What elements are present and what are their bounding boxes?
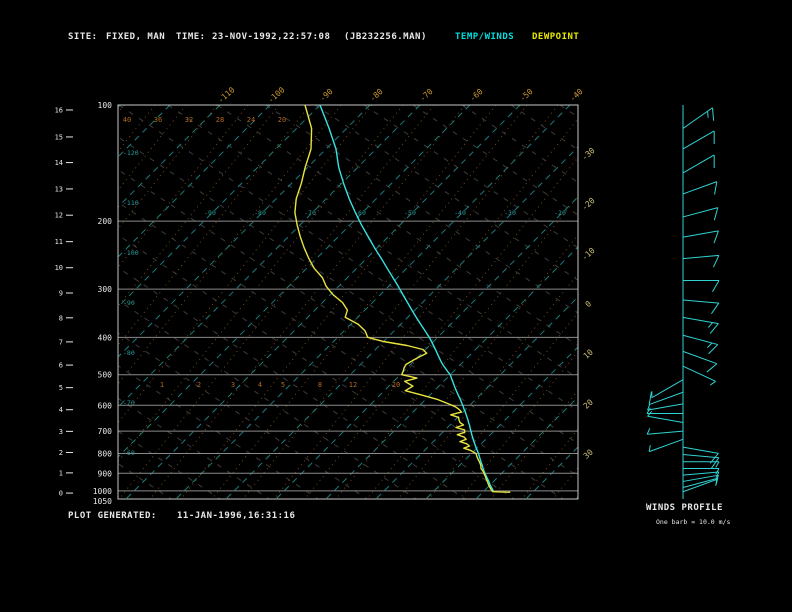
plot-generated-value: 11-JAN-1996,16:31:16 xyxy=(177,511,296,521)
svg-text:10: 10 xyxy=(582,347,595,360)
svg-text:-50: -50 xyxy=(518,87,535,103)
svg-text:6: 6 xyxy=(59,362,63,370)
svg-text:-20: -20 xyxy=(554,209,566,217)
svg-text:2: 2 xyxy=(59,449,63,457)
svg-text:32: 32 xyxy=(185,116,193,124)
svg-text:-70: -70 xyxy=(123,399,135,407)
temp-labels-inner-row: -90 -80 -70 -60 -50 -40 -30 -20 xyxy=(204,209,566,217)
svg-text:28: 28 xyxy=(216,116,224,124)
svg-text:10: 10 xyxy=(55,264,63,272)
svg-text:-100: -100 xyxy=(123,249,139,257)
temp-labels-right: -30 -20 -10 0 10 20 30 xyxy=(580,146,597,461)
svg-text:-30: -30 xyxy=(504,209,516,217)
svg-text:13: 13 xyxy=(55,185,63,193)
svg-text:20: 20 xyxy=(392,381,400,389)
svg-text:-110: -110 xyxy=(216,85,236,105)
svg-text:3: 3 xyxy=(59,428,63,436)
svg-text:11: 11 xyxy=(55,238,63,246)
svg-text:800: 800 xyxy=(98,450,113,459)
svg-text:7: 7 xyxy=(59,338,63,346)
svg-text:4: 4 xyxy=(59,406,63,414)
svg-text:1: 1 xyxy=(160,381,164,389)
svg-text:12: 12 xyxy=(349,381,357,389)
wind-barbs xyxy=(646,105,720,499)
mixing-ratio-labels: 1 2 3 4 5 8 12 20 xyxy=(160,381,400,389)
svg-text:0: 0 xyxy=(584,299,594,309)
svg-text:-10: -10 xyxy=(580,246,597,262)
svg-text:-90: -90 xyxy=(318,87,335,103)
svg-text:8: 8 xyxy=(318,381,322,389)
svg-text:36: 36 xyxy=(154,116,162,124)
svg-text:300: 300 xyxy=(98,285,113,294)
pressure-labels: 100 200 300 400 500 600 700 800 900 10001050 xyxy=(93,101,112,506)
svg-text:-40: -40 xyxy=(568,87,585,103)
isotherm-grid xyxy=(118,105,578,499)
svg-text:5: 5 xyxy=(59,384,63,392)
temperature-curve xyxy=(319,105,494,492)
svg-text:-100: -100 xyxy=(266,85,286,105)
svg-text:-80: -80 xyxy=(254,209,266,217)
svg-text:12: 12 xyxy=(55,212,63,220)
svg-text:-70: -70 xyxy=(418,87,435,103)
svg-text:-70: -70 xyxy=(304,209,316,217)
svg-text:16: 16 xyxy=(55,106,63,114)
svg-text:20: 20 xyxy=(582,397,595,410)
svg-text:-50: -50 xyxy=(404,209,416,217)
svg-text:900: 900 xyxy=(98,469,113,478)
svg-text:-40: -40 xyxy=(454,209,466,217)
svg-text:24: 24 xyxy=(247,116,255,124)
svg-text:-60: -60 xyxy=(123,449,135,457)
svg-text:9: 9 xyxy=(59,289,63,297)
svg-text:700: 700 xyxy=(98,427,113,436)
svg-text:-90: -90 xyxy=(123,299,135,307)
svg-text:400: 400 xyxy=(98,333,113,342)
svg-text:-30: -30 xyxy=(580,146,597,162)
height-ticks: 161514131211109876543210 xyxy=(55,106,73,498)
svg-text:30: 30 xyxy=(582,447,595,460)
svg-text:14: 14 xyxy=(55,159,63,167)
svg-text:8: 8 xyxy=(59,314,63,322)
theta-labels: 40 36 32 28 24 20 xyxy=(123,116,286,124)
svg-text:600: 600 xyxy=(98,401,113,410)
isobar-grid xyxy=(118,104,578,492)
plot-frame xyxy=(117,104,579,500)
svg-text:-120: -120 xyxy=(123,149,139,157)
svg-text:-80: -80 xyxy=(368,87,385,103)
plot-generated-label: PLOT GENERATED: xyxy=(68,511,157,521)
svg-text:100: 100 xyxy=(98,101,113,110)
svg-text:5: 5 xyxy=(281,381,285,389)
svg-text:0: 0 xyxy=(59,490,63,498)
svg-text:500: 500 xyxy=(98,371,113,380)
svg-text:1000: 1000 xyxy=(93,487,112,496)
svg-text:200: 200 xyxy=(98,217,113,226)
svg-text:3: 3 xyxy=(231,381,235,389)
svg-text:-20: -20 xyxy=(580,196,597,212)
svg-text:1: 1 xyxy=(59,469,63,477)
winds-barb-scale-note: One barb = 10.0 m/s xyxy=(656,518,731,526)
winds-profile-title: WINDS PROFILE xyxy=(646,503,723,513)
temp-labels-top: -110 -100 -90 -80 -70 -60 -50 -40 xyxy=(216,85,585,105)
svg-text:1050: 1050 xyxy=(93,497,112,506)
svg-text:4: 4 xyxy=(258,381,262,389)
temp-labels-inner-left: -120 -110 -100 -90 -80 -70 -60 xyxy=(123,149,139,457)
svg-text:-110: -110 xyxy=(123,199,139,207)
svg-text:15: 15 xyxy=(55,133,63,141)
mixing-ratio-lines xyxy=(118,105,578,499)
skewt-screen: SITE: FIXED, MAN TIME: 23-NOV-1992,22:57… xyxy=(0,0,792,612)
svg-text:-60: -60 xyxy=(468,87,485,103)
svg-text:-90: -90 xyxy=(204,209,216,217)
svg-text:20: 20 xyxy=(278,116,286,124)
svg-text:2: 2 xyxy=(197,381,201,389)
svg-text:-80: -80 xyxy=(123,349,135,357)
svg-text:40: 40 xyxy=(123,116,131,124)
dewpoint-curve xyxy=(294,105,511,493)
dry-adiabats xyxy=(118,105,578,499)
